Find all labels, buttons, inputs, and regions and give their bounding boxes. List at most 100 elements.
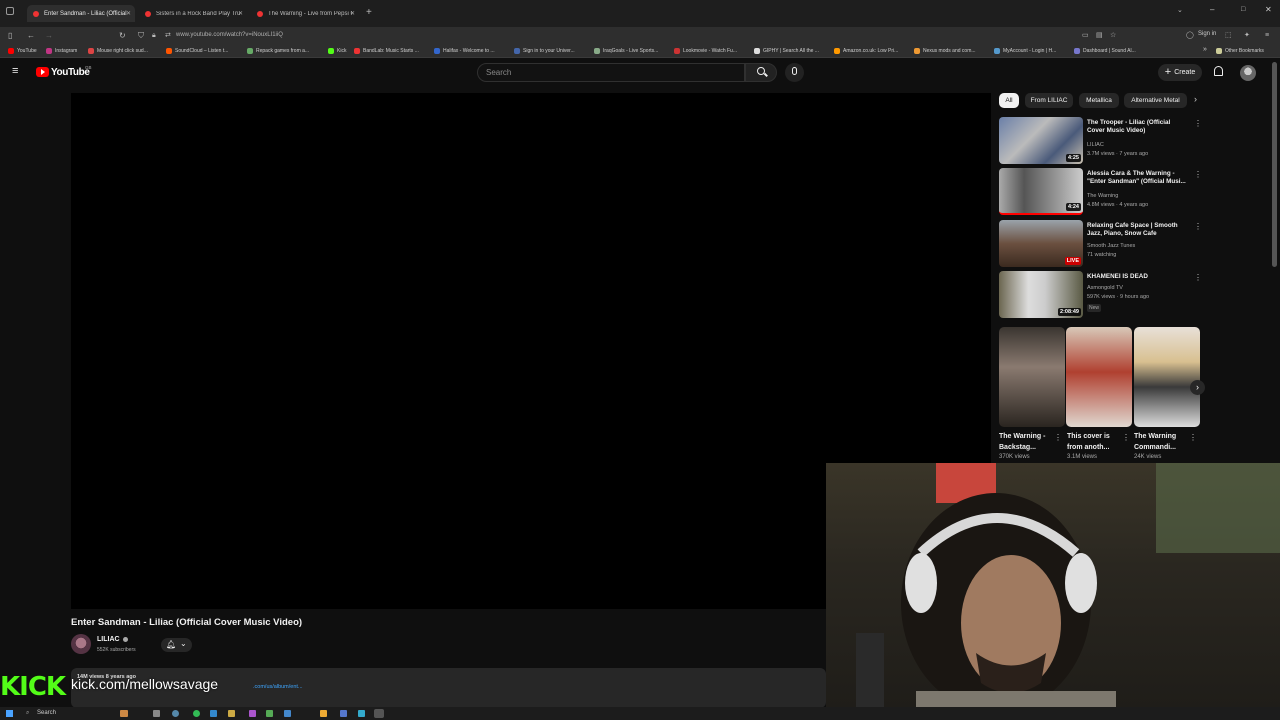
short-title[interactable]: This cover is from anoth... [1067,431,1119,453]
recommendation-title[interactable]: Alessia Cara & The Warning - "Enter Sand… [1087,170,1187,186]
channel-avatar[interactable] [71,634,91,654]
bookmark-item[interactable]: MyAccount - Login | H... [994,47,1056,55]
bookmark-star-icon[interactable]: ☆ [1110,30,1116,41]
minimize-icon[interactable]: – [1210,5,1214,14]
taskbar-app-icon[interactable] [172,710,179,717]
chip-metallica[interactable]: Metallica [1079,93,1119,108]
bookmark-item[interactable]: Dashboard | Sound Al... [1074,47,1136,55]
short-thumbnail[interactable] [1066,327,1132,427]
reload-icon[interactable]: ↻ [119,30,126,41]
tab-actions-icon[interactable] [6,7,14,15]
taskbar-app-icon[interactable] [153,710,160,717]
more-bookmarks-icon[interactable]: » [1203,46,1207,53]
page-scrollbar[interactable] [1272,62,1277,267]
voice-search-button[interactable] [785,63,804,82]
reader-mode-icon[interactable]: ▤ [1096,30,1103,41]
short-thumbnail[interactable] [1134,327,1200,427]
start-icon[interactable] [6,710,13,717]
bookmark-item[interactable]: Mouse right click sud... [88,47,148,55]
recommendation-channel[interactable]: Smooth Jazz Tunes [1087,243,1135,249]
other-bookmarks-folder[interactable]: Other Bookmarks [1216,47,1264,55]
bookmark-item[interactable]: Kick [328,47,346,55]
taskbar-app-icon[interactable] [266,710,273,717]
menu-icon[interactable]: ≡ [1265,30,1269,41]
taskbar-app-icon[interactable] [358,710,365,717]
bookmark-item[interactable]: GIPHY | Search All the ... [754,47,819,55]
bookmark-item[interactable]: BandLab: Music Starts ... [354,47,419,55]
create-button[interactable]: + Create [1158,64,1202,81]
recommendation-title[interactable]: The Trooper - Liliac (Official Cover Mus… [1087,119,1187,135]
bookmark-item[interactable]: Nexus mods and com... [914,47,976,55]
bookmark-item[interactable]: Repack games from a... [247,47,309,55]
more-options-icon[interactable]: ⋮ [1122,433,1130,442]
avatar[interactable] [1240,65,1256,81]
extension-icon[interactable]: ✦ [1244,30,1250,41]
short-title[interactable]: The Warning - Backstag... [999,431,1051,453]
tab-enter-sandman[interactable]: Enter Sandman - Liliac (Official ✕ [27,5,135,22]
forward-icon[interactable]: → [45,30,53,41]
taskbar-app-icon[interactable] [249,710,256,717]
taskbar-app-icon[interactable] [320,710,327,717]
site-settings-icon[interactable]: ⇄ [165,30,171,41]
new-tab-button[interactable]: + [366,7,372,18]
bookmark-item[interactable]: Lookmovie - Watch Fu... [674,47,737,55]
bookmark-item[interactable]: YouTube [8,47,37,55]
video-thumbnail[interactable]: 4:24 [999,168,1083,215]
bookmark-item[interactable]: IraqGoals - Live Sports... [594,47,658,55]
sign-in-link[interactable]: Sign in [1198,31,1216,37]
bookmark-item[interactable]: Amazon.co.uk: Low Pri... [834,47,898,55]
maximize-icon[interactable]: □ [1241,6,1245,13]
recommendation-item[interactable]: 2:08:49 KHAMENEI IS DEAD Asmongold TV 59… [999,271,1204,320]
shorts-next-icon[interactable]: › [1190,380,1205,395]
recommendation-item[interactable]: 4:25 The Trooper - Liliac (Official Cove… [999,117,1204,166]
hamburger-menu-icon[interactable]: ≡ [12,66,18,77]
recommendation-channel[interactable]: Asmongold TV [1087,285,1123,291]
tab-the-warning-live[interactable]: The Warning - Live from Pepsi C ✕ [251,5,359,22]
youtube-logo-text[interactable]: YouTube [51,67,90,78]
window-close-icon[interactable]: ✕ [1265,5,1272,14]
chip-all[interactable]: All [999,93,1019,108]
recommendation-channel[interactable]: LILIAC [1087,142,1104,148]
extensions-icon[interactable]: ⬚ [1225,30,1232,41]
more-options-icon[interactable]: ⋮ [1194,222,1202,231]
close-icon[interactable]: ✕ [350,10,355,17]
more-options-icon[interactable]: ⋮ [1189,433,1197,442]
recommendation-item[interactable]: 4:24 Alessia Cara & The Warning - "Enter… [999,168,1204,217]
video-thumbnail[interactable]: 2:08:49 [999,271,1083,318]
bookmark-item[interactable]: SoundCloud – Listen t... [166,47,228,55]
taskbar-app-icon[interactable] [193,710,200,717]
bookmark-item[interactable]: Instagram [46,47,77,55]
taskbar-app-icon[interactable] [120,710,128,717]
url-field[interactable]: www.youtube.com/watch?v=iNouxLI1iiQ [176,30,283,40]
recommendation-title[interactable]: Relaxing Cafe Space | Smooth Jazz, Piano… [1087,222,1187,238]
install-app-icon[interactable]: ▭ [1082,30,1089,41]
video-thumbnail[interactable]: 4:25 [999,117,1083,164]
taskbar-app-icon[interactable] [228,710,235,717]
more-options-icon[interactable]: ⋮ [1194,170,1202,179]
youtube-logo-icon[interactable] [36,67,49,77]
channel-name[interactable]: LILIAC [97,636,120,643]
album-link[interactable]: .com/us/album/ent... [253,684,303,690]
taskbar-app-icon[interactable] [284,710,291,717]
short-thumbnail[interactable] [999,327,1065,427]
more-options-icon[interactable]: ⋮ [1054,433,1062,442]
bookmark-item[interactable]: Sign in to your Univer... [514,47,575,55]
close-icon[interactable]: ✕ [126,10,131,17]
shield-icon[interactable]: ⛉ [138,30,144,41]
taskbar-app-icon[interactable] [210,710,217,717]
taskbar-search[interactable]: Search [37,710,56,716]
chip-from-liliac[interactable]: From LILIAC [1025,93,1073,108]
close-icon[interactable]: ✕ [238,10,243,17]
taskbar-app-icon[interactable] [340,710,347,717]
chip-alternative-metal[interactable]: Alternative Metal [1124,93,1187,108]
short-title[interactable]: The Warning Commandi... [1134,431,1186,453]
video-thumbnail[interactable]: LIVE [999,220,1083,267]
recommendation-title[interactable]: KHAMENEI IS DEAD [1087,273,1187,281]
recommendation-channel[interactable]: The Warning [1087,193,1118,199]
back-icon[interactable]: ← [27,30,35,41]
chips-next-icon[interactable]: › [1194,94,1197,104]
tab-sisters-rock-band[interactable]: Sisters in a Rock Band Play Truth ✕ [139,5,247,22]
notifications-bell-icon[interactable] [1214,66,1223,76]
more-options-icon[interactable]: ⋮ [1194,273,1202,282]
taskbar-active-app-icon[interactable] [374,709,384,718]
